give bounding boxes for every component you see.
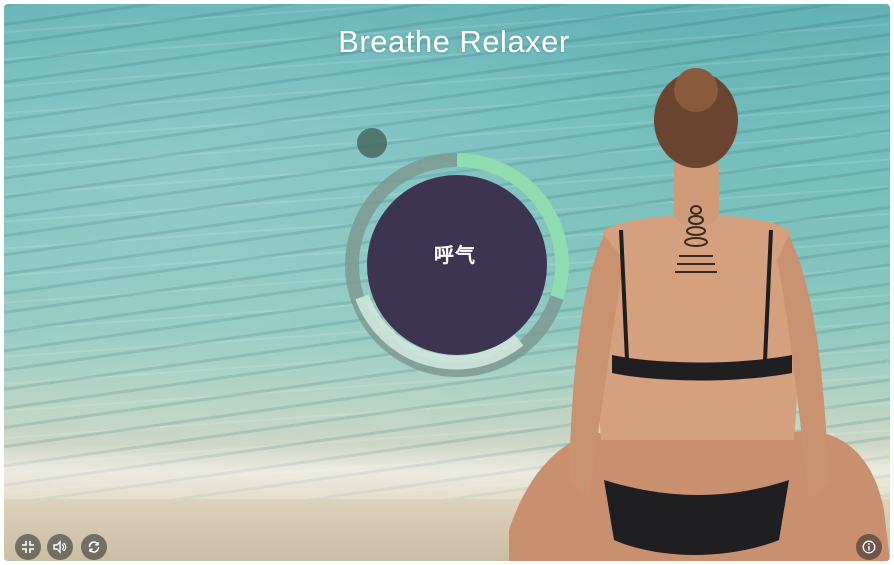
info-button[interactable] [856, 534, 882, 560]
info-icon [862, 540, 876, 554]
volume-button[interactable] [47, 534, 73, 560]
fullscreen-button[interactable] [15, 534, 41, 560]
volume-icon [53, 540, 67, 554]
app-window: Breathe Relaxer 呼气 [4, 4, 890, 561]
refresh-button[interactable] [81, 534, 107, 560]
app-title: Breathe Relaxer [338, 24, 570, 59]
breath-phase-label: 呼气 [434, 245, 476, 267]
refresh-icon [88, 541, 100, 553]
fullscreen-icon [22, 541, 34, 553]
